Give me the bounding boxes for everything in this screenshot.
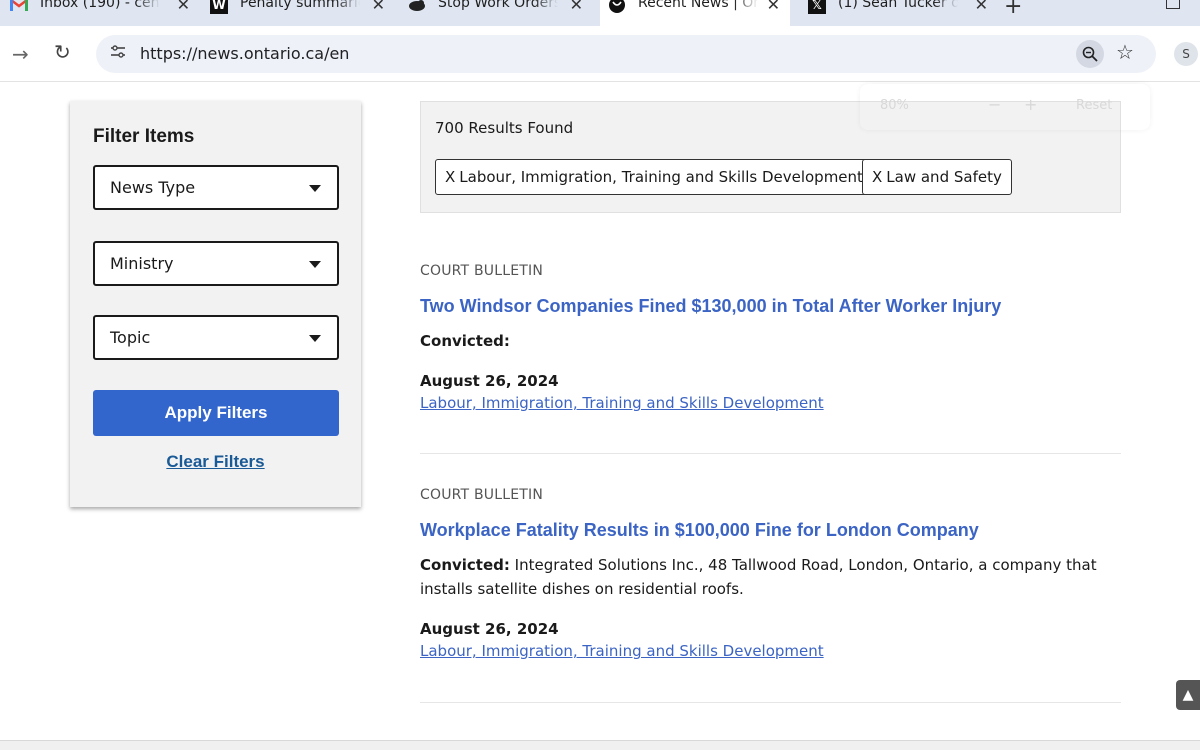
bird-icon xyxy=(408,0,426,14)
chip-label: Law and Safety xyxy=(886,168,1002,186)
x-icon: 𝕏 xyxy=(808,0,826,14)
reload-icon[interactable]: ↻ xyxy=(54,40,71,64)
news-headline-link[interactable]: Workplace Fatality Results in $100,000 F… xyxy=(420,520,1121,541)
ontario-icon xyxy=(608,0,626,14)
tab-strip: Inbox (190) - centr ✕ W Penalty summarie… xyxy=(0,0,1200,26)
tab-stop-work-orders[interactable]: Stop Work Orders ✕ xyxy=(408,0,593,26)
filter-chip-law-safety[interactable]: X Law and Safety xyxy=(862,159,1012,195)
tab-sean-tucker[interactable]: 𝕏 (1) Sean Tucker on ✕ xyxy=(808,0,998,26)
new-tab-icon[interactable]: + xyxy=(1004,0,1022,19)
w-icon: W xyxy=(210,0,228,14)
zoom-popup-ghost: 80% − + Reset xyxy=(860,84,1150,130)
news-description: Convicted: xyxy=(420,329,1121,353)
remove-chip-icon[interactable]: X xyxy=(445,168,455,186)
clear-filters-link[interactable]: Clear Filters xyxy=(70,452,361,472)
close-icon[interactable]: ✕ xyxy=(975,0,988,14)
url-text[interactable]: https://news.ontario.ca/en xyxy=(140,44,349,63)
profile-avatar[interactable]: S xyxy=(1174,42,1198,66)
ministry-select[interactable]: Ministry xyxy=(93,241,339,286)
gmail-icon xyxy=(10,0,28,14)
zoom-plus[interactable]: + xyxy=(1024,95,1037,114)
news-headline-link[interactable]: Two Windsor Companies Fined $130,000 in … xyxy=(420,296,1121,317)
topic-select[interactable]: Topic xyxy=(93,315,339,360)
tab-title: Inbox (190) - centr xyxy=(40,0,160,11)
tab-title: Penalty summaries xyxy=(240,0,360,11)
restore-window-icon[interactable] xyxy=(1166,0,1180,9)
convicted-label: Convicted: xyxy=(420,332,510,350)
tab-recent-news[interactable]: Recent News | Ont ✕ xyxy=(600,0,790,26)
caret-down-icon xyxy=(309,335,321,342)
chip-label: Labour, Immigration, Training and Skills… xyxy=(459,168,863,186)
close-icon[interactable]: ✕ xyxy=(570,0,583,14)
caret-down-icon xyxy=(309,185,321,192)
taskbar-strip xyxy=(0,740,1200,750)
tab-title: Stop Work Orders xyxy=(438,0,558,11)
news-kind: COURT BULLETIN xyxy=(420,487,544,503)
divider xyxy=(420,702,1121,703)
zoom-minus[interactable]: − xyxy=(988,95,1001,114)
tab-title: (1) Sean Tucker on xyxy=(838,0,958,11)
divider xyxy=(420,453,1121,454)
bookmark-star-icon[interactable]: ☆ xyxy=(1116,40,1134,64)
news-date: August 26, 2024 xyxy=(420,620,559,638)
tab-penalty-summaries[interactable]: W Penalty summaries ✕ xyxy=(210,0,395,26)
close-icon[interactable]: ✕ xyxy=(767,0,780,14)
zoom-icon[interactable] xyxy=(1076,40,1104,68)
filter-panel: Filter Items News Type Ministry Topic Ap… xyxy=(70,101,361,507)
convicted-label: Convicted: xyxy=(420,556,510,574)
select-label: Topic xyxy=(110,328,151,347)
forward-icon[interactable]: → xyxy=(12,42,29,66)
browser-toolbar: → ↻ https://news.ontario.ca/en ☆ S xyxy=(0,26,1200,82)
select-label: Ministry xyxy=(110,254,174,273)
news-kind: COURT BULLETIN xyxy=(420,263,544,279)
results-count: 700 Results Found xyxy=(435,119,574,137)
zoom-reset[interactable]: Reset xyxy=(1076,98,1112,113)
filter-chip-labour[interactable]: X Labour, Immigration, Training and Skill… xyxy=(435,159,873,195)
address-bar[interactable]: https://news.ontario.ca/en ☆ xyxy=(96,35,1156,73)
close-icon[interactable]: ✕ xyxy=(372,0,385,14)
news-description: Convicted: Integrated Solutions Inc., 48… xyxy=(420,553,1121,601)
remove-chip-icon[interactable]: X xyxy=(872,168,882,186)
convicted-text: Integrated Solutions Inc., 48 Tallwood R… xyxy=(420,556,1097,598)
close-icon[interactable]: ✕ xyxy=(177,0,190,14)
site-info-icon[interactable] xyxy=(108,44,128,64)
select-label: News Type xyxy=(110,178,196,197)
back-to-top-icon[interactable]: ▲ xyxy=(1176,680,1200,710)
zoom-value: 80% xyxy=(880,98,909,113)
caret-down-icon xyxy=(309,261,321,268)
news-item: COURT BULLETIN Two Windsor Companies Fin… xyxy=(420,263,1121,412)
news-type-select[interactable]: News Type xyxy=(93,165,339,210)
news-date: August 26, 2024 xyxy=(420,372,559,390)
apply-filters-button[interactable]: Apply Filters xyxy=(93,390,339,436)
filter-title: Filter Items xyxy=(93,126,195,147)
tab-title: Recent News | Ont xyxy=(638,0,758,11)
news-item: COURT BULLETIN Workplace Fatality Result… xyxy=(420,487,1121,660)
news-ministry-link[interactable]: Labour, Immigration, Training and Skills… xyxy=(420,642,1121,660)
news-ministry-link[interactable]: Labour, Immigration, Training and Skills… xyxy=(420,394,1121,412)
tab-inbox[interactable]: Inbox (190) - centr ✕ xyxy=(10,0,200,26)
